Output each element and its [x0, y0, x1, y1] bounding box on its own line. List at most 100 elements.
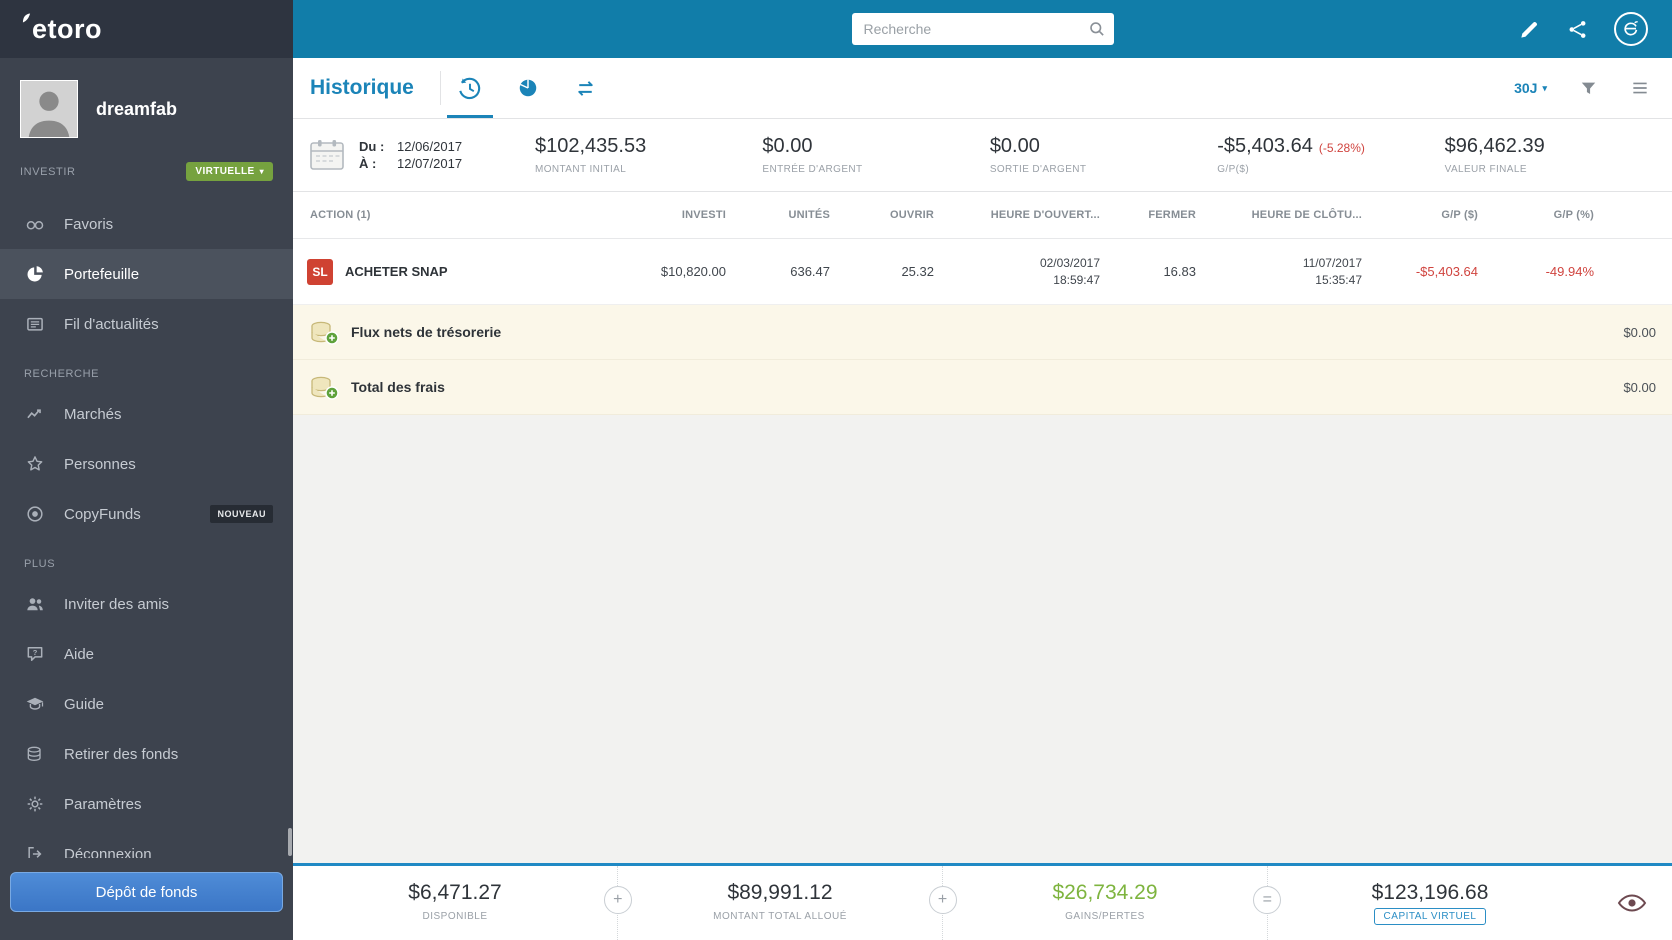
- profit-loss-percent: (-5.28%): [1318, 141, 1365, 155]
- sidebar-item-label: Fil d'actualités: [64, 315, 159, 333]
- sidebar-item-portefeuille[interactable]: Portefeuille: [0, 249, 293, 299]
- deposit-area: Dépôt de fonds: [0, 858, 293, 940]
- logo-strip: etoro: [0, 0, 293, 58]
- avatar[interactable]: [20, 80, 78, 138]
- open-rate: 25.32: [901, 264, 934, 279]
- position-name: ACHETER SNAP: [345, 264, 448, 279]
- stat-money-in: $0.00 ENTRÉE D'ARGENT: [762, 135, 863, 175]
- binoculars-icon: [24, 213, 46, 235]
- virtual-mode-dropdown[interactable]: VIRTUELLE ▾: [186, 162, 273, 181]
- toggle-balance-visibility[interactable]: [1592, 866, 1672, 940]
- edit-pencil-icon[interactable]: [1518, 18, 1541, 41]
- column-header-close: FERMER: [1148, 209, 1196, 221]
- etoro-leaf-icon: [22, 13, 31, 22]
- etoro-profile-icon[interactable]: [1614, 12, 1648, 46]
- star-icon: [24, 453, 46, 475]
- transfer-arrows-icon: [578, 80, 594, 96]
- svg-text:?: ?: [33, 648, 38, 657]
- total-fees-label: Total des frais: [351, 379, 445, 395]
- invested-value: $10,820.00: [660, 264, 726, 279]
- column-header-units: UNITÉS: [788, 209, 830, 221]
- stat-initial-amount: $102,435.53 MONTANT INITIAL: [535, 135, 647, 175]
- net-cash-flow-value: $0.00: [1623, 324, 1656, 340]
- people-icon: [24, 593, 46, 615]
- sidebar-scrollbar-thumb[interactable]: [288, 828, 292, 856]
- new-badge: NOUVEAU: [210, 505, 273, 523]
- period-summary-strip: Du : 12/06/2017 À : 12/07/2017 $102,435.53…: [293, 119, 1672, 192]
- logout-icon: [24, 843, 46, 858]
- tab-history[interactable]: [441, 58, 499, 118]
- sidebar-scroll-area: dreamfab INVESTIR VIRTUELLE ▾ Favoris Por…: [0, 58, 293, 858]
- list-menu-icon[interactable]: [1630, 78, 1650, 98]
- toolbar-right: 30J ▾: [1514, 78, 1672, 98]
- sidebar-item-copyfunds[interactable]: CopyFunds NOUVEAU: [0, 489, 293, 539]
- username[interactable]: dreamfab: [96, 99, 177, 120]
- sidebar-item-label: Portefeuille: [64, 265, 140, 283]
- tab-allocation-pie[interactable]: [499, 58, 557, 118]
- sidebar-item-parametres[interactable]: Paramètres: [0, 779, 293, 829]
- footer-stat-gains-losses: $26,734.29 GAINS/PERTES: [942, 866, 1267, 940]
- footer-stats: $6,471.27 DISPONIBLE $89,991.12 MONTANT …: [293, 866, 1592, 940]
- search-input[interactable]: [851, 21, 1088, 37]
- cash-flow-coins-icon: [309, 319, 339, 345]
- virtual-capital-badge: CAPITAL VIRTUEL: [1373, 908, 1487, 925]
- sidebar-item-label: Déconnexion: [64, 845, 152, 859]
- total-fees-row[interactable]: Total des frais $0.00: [293, 360, 1672, 415]
- calendar-icon[interactable]: [309, 138, 345, 172]
- history-clock-icon: [459, 77, 481, 99]
- page-title: Historique: [310, 76, 414, 99]
- sidebar-item-label: Marchés: [64, 405, 122, 423]
- target-icon: [24, 503, 46, 525]
- eye-icon: [1617, 894, 1647, 912]
- sidebar-item-label: Guide: [64, 695, 105, 713]
- invest-mode-row: INVESTIR VIRTUELLE ▾: [0, 156, 293, 191]
- search-icon: [1089, 22, 1104, 36]
- plus-operator-button[interactable]: +: [928, 886, 957, 914]
- sidebar-item-inviter-des-amis[interactable]: Inviter des amis: [0, 579, 293, 629]
- total-fees-value: $0.00: [1623, 379, 1656, 395]
- column-header-close-time: HEURE DE CLÔTU...: [1251, 209, 1362, 221]
- sidebar-item-favoris[interactable]: Favoris: [0, 199, 293, 249]
- stat-profit-loss: -$5,403.64 (-5.28%) G/P($): [1217, 135, 1365, 175]
- sidebar-item-deconnexion[interactable]: Déconnexion: [0, 829, 293, 858]
- column-header-invested: INVESTI: [681, 209, 726, 221]
- column-header-gp-pct: G/P (%): [1553, 209, 1594, 221]
- sidebar-item-label: Aide: [64, 645, 95, 663]
- tab-transactions[interactable]: [557, 58, 615, 118]
- footer-stat-total-allocated: $89,991.12 MONTANT TOTAL ALLOUÉ: [617, 866, 942, 940]
- stop-loss-badge: SL: [307, 258, 333, 285]
- gp-pct-value: -49.94%: [1545, 264, 1594, 279]
- sidebar-item-aide[interactable]: ? Aide: [0, 629, 293, 679]
- gp-usd-value: -$5,403.64: [1415, 264, 1478, 279]
- user-profile[interactable]: dreamfab: [0, 58, 293, 156]
- date-to-value: 12/07/2017: [397, 156, 463, 171]
- date-to-label: À :: [359, 156, 377, 171]
- pie-chart-icon: [24, 263, 46, 285]
- content-empty-area: [293, 415, 1672, 863]
- plus-operator-button[interactable]: +: [603, 886, 632, 914]
- graduation-cap-icon: [24, 693, 46, 715]
- avatar-photo: [21, 81, 77, 137]
- filter-icon[interactable]: [1579, 79, 1598, 98]
- sidebar-item-personnes[interactable]: Personnes: [0, 439, 293, 489]
- close-datetime: 11/07/2017 15:35:47: [1302, 256, 1362, 287]
- sidebar-item-label: Favoris: [64, 215, 114, 233]
- header-actions: [1518, 12, 1672, 46]
- table-row[interactable]: SL ACHETER SNAP $10,820.00 636.47 25.32 …: [293, 239, 1672, 305]
- sidebar-item-retirer-des-fonds[interactable]: Retirer des fonds: [0, 729, 293, 779]
- close-rate: 16.83: [1163, 264, 1196, 279]
- share-icon[interactable]: [1567, 19, 1588, 40]
- period-dropdown[interactable]: 30J ▾: [1514, 80, 1547, 96]
- units-value: 636.47: [790, 264, 830, 279]
- column-header-action: ACTION (1): [310, 209, 371, 221]
- etoro-logo[interactable]: etoro: [22, 13, 102, 45]
- net-cash-flow-row[interactable]: Flux nets de trésorerie $0.00: [293, 305, 1672, 360]
- main-area: Historique 30J▾ Du : 12/06/2017 À : 12/07/…: [293, 0, 1672, 940]
- date-from-label: Du :: [359, 139, 385, 154]
- sidebar-item-fil-actualites[interactable]: Fil d'actualités: [0, 299, 293, 349]
- sidebar-item-guide[interactable]: Guide: [0, 679, 293, 729]
- sidebar-item-label: Paramètres: [64, 795, 142, 813]
- deposit-funds-button[interactable]: Dépôt de fonds: [10, 872, 283, 912]
- caret-down-icon: ▾: [1542, 82, 1547, 93]
- sidebar-item-marches[interactable]: Marchés: [0, 389, 293, 439]
